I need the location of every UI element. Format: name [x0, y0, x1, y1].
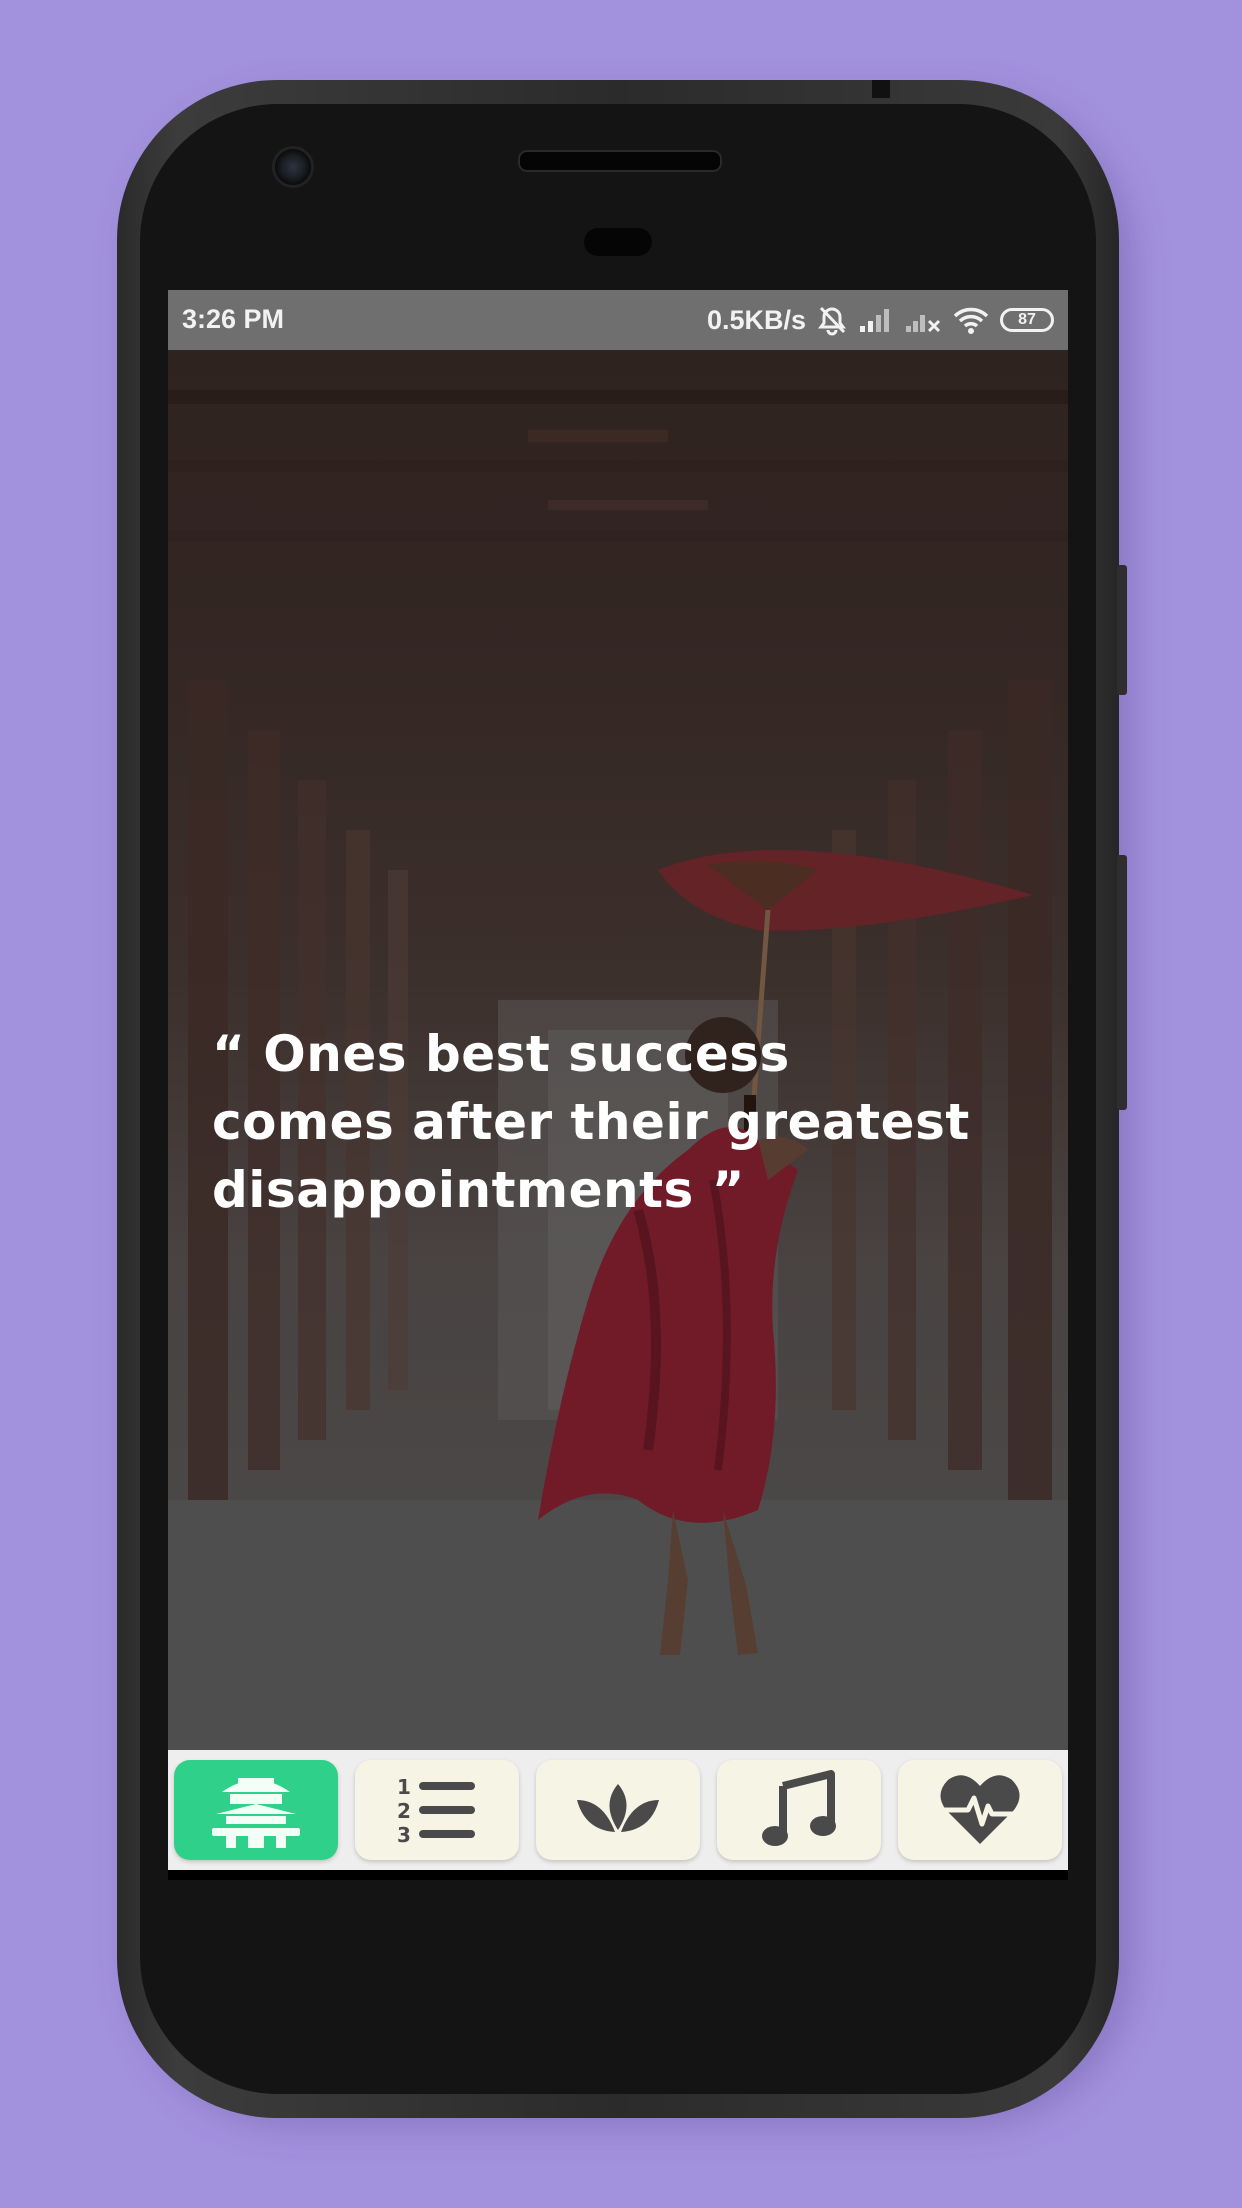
bottom-navigation: 1 2 3 [168, 1750, 1068, 1870]
nav-health-button[interactable] [898, 1760, 1062, 1860]
power-button [1117, 855, 1127, 1110]
nav-list-button[interactable]: 1 2 3 [355, 1760, 519, 1860]
nav-meditation-button[interactable] [536, 1760, 700, 1860]
alarm-off-icon [816, 304, 848, 336]
music-note-icon [759, 1770, 839, 1850]
proximity-sensor [584, 228, 652, 256]
quote-text: “ Ones best success comes after their gr… [212, 1025, 970, 1219]
heartbeat-icon [938, 1772, 1022, 1848]
network-speed: 0.5KB/s [706, 304, 806, 335]
status-icons: 0.5KB/s 87 [707, 300, 1054, 340]
svg-text:3: 3 [397, 1823, 411, 1846]
signal-no-sim-icon [904, 306, 942, 334]
numbered-list-icon: 1 2 3 [395, 1774, 479, 1846]
antenna-band [872, 80, 890, 98]
status-bar: 3:26 PM 0.5KB/s 87 [168, 290, 1068, 350]
background-photo: “ Ones best success comes after their gr… [168, 350, 1068, 1750]
svg-text:2: 2 [397, 1799, 411, 1823]
signal-icon [858, 306, 894, 334]
speaker-grill [518, 150, 722, 172]
battery-icon: 87 [1000, 308, 1054, 332]
lotus-icon [573, 1778, 663, 1842]
volume-button [1117, 565, 1127, 695]
temple-icon [208, 1770, 304, 1850]
nav-music-button[interactable] [717, 1760, 881, 1860]
phone-screen: 3:26 PM 0.5KB/s 87 “ Ones best success c… [168, 290, 1068, 1880]
wifi-icon [952, 305, 990, 335]
nav-temple-button[interactable] [174, 1760, 338, 1860]
status-time: 3:26 PM [182, 304, 285, 334]
front-camera [272, 146, 314, 188]
svg-text:1: 1 [397, 1775, 411, 1799]
screen-bottom-area [168, 1870, 1068, 1880]
